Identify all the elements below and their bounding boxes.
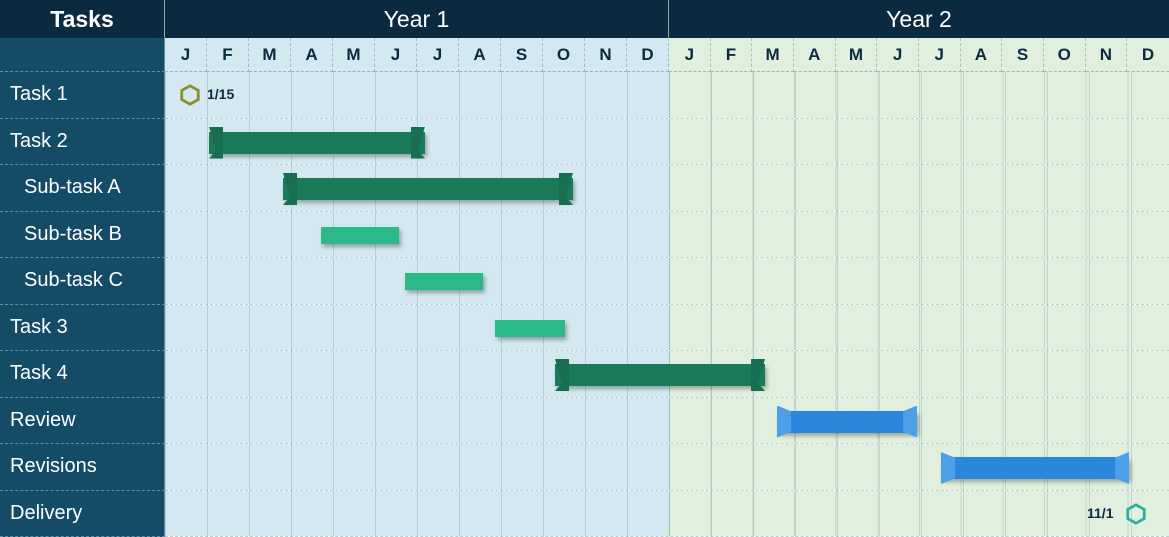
row-task-3: Task 3 xyxy=(0,305,1169,352)
task-lane xyxy=(165,351,1169,398)
row-review: Review xyxy=(0,398,1169,445)
month-y1-8: S xyxy=(501,38,543,72)
month-y1-11: D xyxy=(627,38,669,72)
task-label: Task 2 xyxy=(0,119,165,166)
task-label: Task 3 xyxy=(0,305,165,352)
bar-subtask-a xyxy=(283,178,573,200)
header-year1: Year 1 xyxy=(165,0,669,38)
header-tasks: Tasks xyxy=(0,0,165,38)
month-y1-7: A xyxy=(459,38,501,72)
body-rows: Task 1 1/15 Task 2 xyxy=(0,72,1169,537)
month-y1-5: J xyxy=(375,38,417,72)
milestone-task1-label: 1/15 xyxy=(207,86,234,102)
task-lane xyxy=(165,398,1169,445)
row-task-2: Task 2 xyxy=(0,119,1169,166)
month-y2-5: J xyxy=(877,38,919,72)
months-row: J F M A M J J A S O N D J F M A M J J A … xyxy=(0,38,1169,72)
milestone-task1 xyxy=(179,84,201,106)
month-y2-4: M xyxy=(836,38,878,72)
row-delivery: Delivery 11/1 xyxy=(0,491,1169,537)
month-y1-6: J xyxy=(417,38,459,72)
month-y2-6: J xyxy=(919,38,961,72)
month-y1-1: F xyxy=(207,38,249,72)
row-revisions: Revisions xyxy=(0,444,1169,491)
task-label: Task 4 xyxy=(0,351,165,398)
milestone-delivery xyxy=(1125,503,1147,525)
bar-task-3 xyxy=(495,320,565,337)
row-subtask-a: Sub-task A xyxy=(0,165,1169,212)
task-label: Sub-task B xyxy=(0,212,165,259)
header-row: Tasks Year 1 Year 2 xyxy=(0,0,1169,38)
milestone-delivery-label: 11/1 xyxy=(1087,505,1113,521)
month-y2-2: M xyxy=(752,38,794,72)
task-lane xyxy=(165,258,1169,305)
hexagon-icon xyxy=(179,84,201,106)
task-lane xyxy=(165,212,1169,259)
task-label: Sub-task A xyxy=(0,165,165,212)
task-lane xyxy=(165,305,1169,352)
task-lane: 1/15 xyxy=(165,72,1169,119)
task-col-spacer xyxy=(0,38,165,72)
task-lane xyxy=(165,165,1169,212)
task-label: Revisions xyxy=(0,444,165,491)
bar-task-4 xyxy=(555,364,765,386)
bar-task-2 xyxy=(209,132,425,154)
header-year2: Year 2 xyxy=(669,0,1169,38)
month-y1-4: M xyxy=(333,38,375,72)
hexagon-icon xyxy=(1125,503,1147,525)
bar-review xyxy=(777,411,917,433)
bar-subtask-c xyxy=(405,273,483,290)
task-lane: 11/1 xyxy=(165,491,1169,537)
task-lane xyxy=(165,444,1169,491)
row-task-1: Task 1 1/15 xyxy=(0,72,1169,119)
month-y1-0: J xyxy=(165,38,207,72)
month-y1-2: M xyxy=(249,38,291,72)
task-label: Sub-task C xyxy=(0,258,165,305)
bar-revisions xyxy=(941,457,1129,479)
month-y2-11: D xyxy=(1127,38,1169,72)
month-y2-0: J xyxy=(669,38,711,72)
month-y2-10: N xyxy=(1086,38,1128,72)
task-lane xyxy=(165,119,1169,166)
month-y2-1: F xyxy=(711,38,753,72)
row-task-4: Task 4 xyxy=(0,351,1169,398)
row-subtask-c: Sub-task C xyxy=(0,258,1169,305)
month-y2-9: O xyxy=(1044,38,1086,72)
task-label: Task 1 xyxy=(0,72,165,119)
task-label: Review xyxy=(0,398,165,445)
gantt-chart: Tasks Year 1 Year 2 J F M A M J J A S O … xyxy=(0,0,1169,537)
month-y1-10: N xyxy=(585,38,627,72)
month-y1-9: O xyxy=(543,38,585,72)
bar-subtask-b xyxy=(321,227,399,244)
month-y2-8: S xyxy=(1002,38,1044,72)
month-y1-3: A xyxy=(291,38,333,72)
task-label: Delivery xyxy=(0,491,165,537)
month-y2-3: A xyxy=(794,38,836,72)
month-y2-7: A xyxy=(961,38,1003,72)
row-subtask-b: Sub-task B xyxy=(0,212,1169,259)
